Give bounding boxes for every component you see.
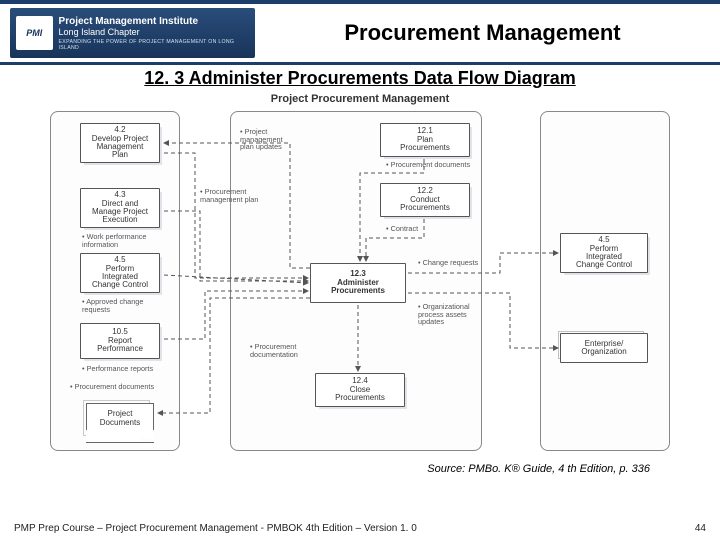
box-12-2: 12.2 Conduct Procurements — [380, 183, 470, 217]
header-rule-bot — [0, 62, 720, 65]
box-4-3: 4.3 Direct and Manage Project Execution — [80, 188, 160, 228]
label-procdocs-in: Procurement documents — [386, 161, 486, 169]
label-procdocs-out: Procurement documents — [70, 383, 180, 391]
box-4-2: 4.2 Develop Project Management Plan — [80, 123, 160, 163]
chapter-name: Long Island Chapter — [59, 27, 249, 37]
label-change-requests: Change requests — [418, 259, 508, 267]
box-12-3: 12.3 Administer Procurements — [310, 263, 406, 303]
diagram-canvas: Project Procurement Management 4.2 Devel… — [40, 93, 680, 463]
section-title: 12. 3 Administer Procurements Data Flow … — [40, 68, 680, 89]
label-acr: Approved change requests — [82, 298, 178, 313]
box-enterprise: Enterprise/ Organization — [560, 333, 648, 363]
page-title: Procurement Management — [255, 20, 710, 46]
pane-right — [540, 111, 670, 451]
label-wpi: Work performance information — [82, 233, 178, 248]
label-pmp-updates: Project management plan updates — [240, 128, 340, 151]
source-citation: Source: PMBo. K® Guide, 4 th Edition, p.… — [40, 463, 680, 475]
box-12-4: 12.4 Close Procurements — [315, 373, 405, 407]
footer: PMP Prep Course – Project Procurement Ma… — [0, 523, 720, 534]
label-contract: Contract — [386, 225, 466, 233]
label-pm-plan: Procurement management plan — [200, 188, 300, 203]
box-12-1: 12.1 Plan Procurements — [380, 123, 470, 157]
logo-mark: PMI — [16, 16, 53, 50]
tagline: EXPANDING THE POWER OF PROJECT MANAGEMEN… — [59, 39, 249, 51]
logo: PMI Project Management Institute Long Is… — [10, 8, 255, 58]
label-proc-documentation: Procurement documentation — [250, 343, 330, 358]
box-4-5-right: 4.5 Perform Integrated Change Control — [560, 233, 648, 273]
footer-page: 44 — [695, 523, 706, 534]
content: 12. 3 Administer Procurements Data Flow … — [0, 62, 720, 475]
logo-text: Project Management Institute Long Island… — [59, 16, 249, 51]
header: PMI Project Management Institute Long Is… — [0, 0, 720, 62]
box-10-5: 10.5 Report Performance — [80, 323, 160, 359]
org-name: Project Management Institute — [59, 16, 249, 27]
label-opa-updates: Organizational process assets updates — [418, 303, 508, 326]
footer-left: PMP Prep Course – Project Procurement Ma… — [14, 523, 417, 534]
box-4-5: 4.5 Perform Integrated Change Control — [80, 253, 160, 293]
label-perf: Performance reports — [82, 365, 178, 373]
box-project-documents: Project Documents — [86, 403, 154, 437]
header-main: PMI Project Management Institute Long Is… — [0, 4, 720, 62]
diagram-title: Project Procurement Management — [40, 93, 680, 105]
